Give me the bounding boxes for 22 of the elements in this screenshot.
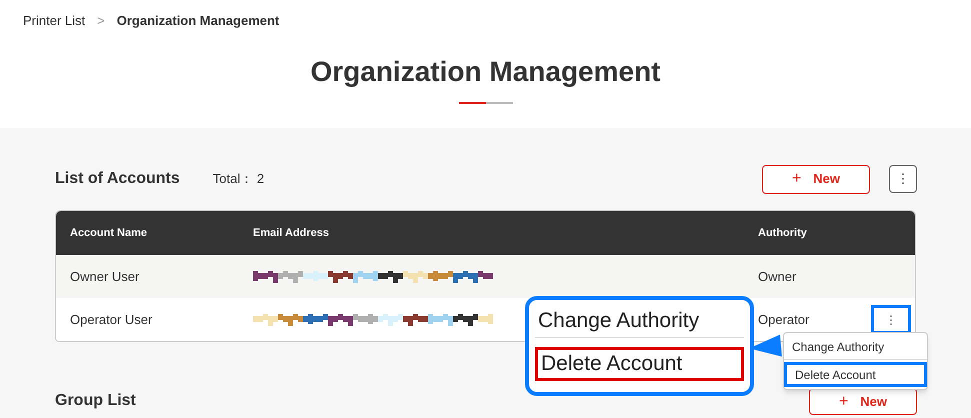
- section-title: Group List: [55, 390, 136, 410]
- column-header: Authority: [758, 226, 807, 241]
- section-title: List of Accounts: [55, 169, 180, 189]
- callout-text: Delete Account: [535, 347, 744, 381]
- column-header: Account Name: [69, 226, 148, 241]
- table-cell-text: Owner: [758, 268, 798, 286]
- menu-item[interactable]: Change Authority: [784, 335, 927, 360]
- more-button[interactable]: ⋮: [889, 165, 917, 193]
- callout-text: Change Authority: [535, 304, 744, 338]
- menu-item[interactable]: Delete Account: [784, 362, 927, 387]
- title-underline: [458, 102, 512, 104]
- table-cell-text: Owner User: [69, 268, 140, 286]
- column-header: Email Address: [253, 226, 330, 241]
- table-cell-text: Operator User: [69, 310, 154, 329]
- new-button[interactable]: + New: [809, 388, 917, 415]
- breadcrumb-separator: >: [97, 12, 105, 30]
- breadcrumb-link[interactable]: Printer List: [23, 11, 86, 30]
- table-cell-text: Operator: [758, 310, 810, 329]
- total-count: Total： 2: [212, 170, 264, 188]
- page-title: Organization Management: [309, 54, 662, 89]
- breadcrumb-current: Organization Management: [116, 12, 280, 30]
- new-button[interactable]: + New: [762, 164, 870, 194]
